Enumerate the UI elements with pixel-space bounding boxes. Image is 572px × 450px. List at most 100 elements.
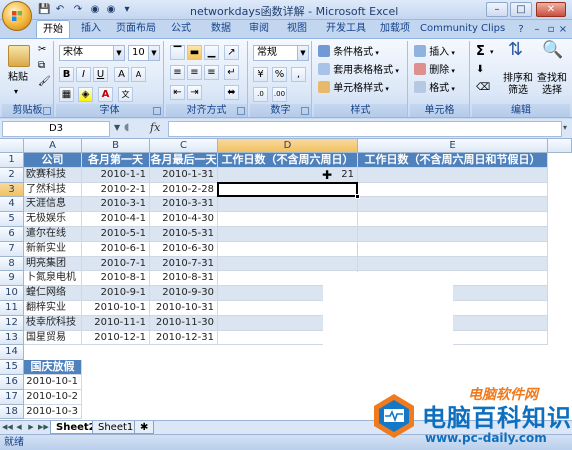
name-box-dropdown-icon[interactable]: ▼ — [114, 123, 120, 132]
font-color-icon[interactable]: A — [98, 87, 113, 102]
chevron-down-icon[interactable]: ▼ — [148, 46, 159, 60]
tab-review[interactable]: 审阅 — [244, 20, 274, 38]
ribbon-close-icon[interactable]: × — [558, 23, 568, 37]
sort-filter-icon[interactable]: ⇅ — [508, 41, 523, 59]
name-box[interactable]: D3 — [2, 121, 110, 137]
percent-button[interactable]: % — [272, 67, 287, 82]
clipboard-launcher-icon[interactable] — [43, 107, 51, 115]
format-as-table-button[interactable]: 套用表格格式 ▾ — [318, 63, 399, 78]
table-cell[interactable]: 2010-11-30 — [150, 315, 218, 331]
tab-data[interactable]: 数据 — [206, 20, 236, 38]
align-right-icon[interactable]: ≡ — [204, 65, 219, 80]
holiday-header-cell[interactable]: 国庆放假 — [24, 360, 82, 375]
copy-icon[interactable]: ⧉ — [38, 59, 45, 73]
table-cell[interactable]: 2010-7-1 — [82, 256, 150, 272]
format-cells-button[interactable]: 格式 ▾ — [414, 81, 455, 96]
column-header-e[interactable]: E — [358, 139, 548, 153]
paste-button[interactable]: 粘贴 — [8, 71, 28, 85]
circle-green-icon[interactable]: ◉ — [88, 3, 102, 17]
tab-page-layout[interactable]: 页面布局 — [112, 20, 160, 38]
table-cell[interactable]: 2010-6-30 — [150, 241, 218, 257]
insert-function-button[interactable]: fx — [150, 121, 160, 134]
align-bottom-icon[interactable]: ▁ — [204, 45, 219, 60]
grow-font-icon[interactable]: A — [114, 67, 129, 82]
select-all-corner[interactable] — [0, 139, 24, 153]
table-header-cell[interactable]: 各月最后一天 — [150, 153, 218, 168]
row-header-3[interactable]: 3 — [0, 182, 24, 198]
table-cell[interactable]: 2010-5-31 — [150, 227, 218, 242]
table-cell[interactable]: 2010-10-1 — [82, 301, 150, 316]
align-left-icon[interactable]: ≡ — [170, 65, 185, 80]
cell-styles-button[interactable]: 单元格样式 ▾ — [318, 81, 389, 96]
table-cell[interactable]: 2010-12-31 — [150, 330, 218, 346]
redo-icon[interactable]: ↷ — [72, 3, 84, 17]
table-header-cell[interactable]: 工作日数（不含周六周日和节假日） — [358, 153, 548, 168]
paste-icon[interactable] — [8, 45, 30, 67]
holiday-cell[interactable]: 2010-10-2 — [24, 389, 82, 405]
column-header-b[interactable]: B — [82, 139, 150, 153]
table-cell[interactable] — [358, 212, 548, 227]
table-cell[interactable] — [358, 197, 548, 213]
save-icon[interactable]: 💾 — [38, 3, 50, 17]
insert-cells-button[interactable]: 插入 ▾ — [414, 45, 455, 60]
shrink-font-icon[interactable]: A — [131, 67, 146, 82]
office-button[interactable] — [2, 1, 32, 31]
tab-formulas[interactable]: 公式 — [166, 20, 196, 38]
row-header-9[interactable]: 9 — [0, 271, 24, 287]
decrease-decimal-icon[interactable]: .00 — [272, 87, 287, 102]
cut-icon[interactable]: ✂ — [38, 43, 46, 57]
align-middle-icon[interactable]: ▬ — [187, 45, 202, 60]
align-top-icon[interactable]: ▔ — [170, 45, 185, 60]
expand-formula-bar-icon[interactable]: ▾ — [563, 123, 567, 132]
row-header-8[interactable]: 8 — [0, 256, 24, 272]
conditional-format-button[interactable]: 条件格式 ▾ — [318, 45, 379, 60]
quick-access-more-icon[interactable]: ▾ — [120, 3, 134, 17]
table-cell[interactable]: 2010-1-1 — [82, 167, 150, 183]
row-header-5[interactable]: 5 — [0, 212, 24, 227]
row-header-14[interactable]: 14 — [0, 345, 24, 361]
row-header-2[interactable]: 2 — [0, 167, 24, 183]
find-select-button[interactable]: 查找和选择 — [536, 73, 568, 97]
table-cell[interactable]: 2010-7-31 — [150, 256, 218, 272]
table-cell[interactable] — [358, 227, 548, 242]
prev-sheet-icon[interactable]: ◀ — [14, 422, 24, 433]
table-cell[interactable]: 枝幸欣科技 — [24, 315, 82, 331]
last-sheet-icon[interactable]: ▶▶ — [38, 422, 49, 433]
table-cell[interactable] — [218, 212, 358, 227]
increase-indent-icon[interactable]: ⇥ — [187, 85, 202, 100]
maximize-button[interactable]: □ — [510, 2, 532, 17]
comma-button[interactable]: , — [291, 67, 306, 82]
clear-icon[interactable]: ⌫ — [476, 81, 490, 95]
row-header-16[interactable]: 16 — [0, 375, 24, 390]
number-format-combo[interactable]: 常规 ▼ — [253, 45, 309, 61]
table-cell[interactable]: 2010-10-31 — [150, 301, 218, 316]
underline-button[interactable]: U — [93, 67, 108, 82]
chevron-down-icon[interactable]: ▼ — [297, 46, 308, 60]
table-cell[interactable]: 蝗仁网络 — [24, 286, 82, 301]
column-header-a[interactable]: A — [24, 139, 82, 153]
font-name-combo[interactable]: 宋体 ▼ — [59, 45, 125, 61]
row-header-10[interactable]: 10 — [0, 286, 24, 301]
first-sheet-icon[interactable]: ◀◀ — [2, 422, 13, 433]
table-cell[interactable]: 2010-8-31 — [150, 271, 218, 287]
circle-blue-icon[interactable]: ◉ — [104, 3, 118, 17]
table-cell[interactable] — [358, 167, 548, 183]
table-cell[interactable]: 2010-6-1 — [82, 241, 150, 257]
row-header-6[interactable]: 6 — [0, 227, 24, 242]
table-cell[interactable] — [218, 241, 358, 257]
merge-center-icon[interactable]: ⬌ — [224, 85, 239, 100]
minimize-button[interactable]: – — [486, 2, 508, 17]
alignment-launcher-icon[interactable] — [237, 107, 245, 115]
table-cell[interactable]: 2010-3-31 — [150, 197, 218, 213]
table-cell[interactable]: 2010-5-1 — [82, 227, 150, 242]
table-cell[interactable]: 2010-8-1 — [82, 271, 150, 287]
close-button[interactable]: ✕ — [536, 2, 566, 17]
table-cell[interactable]: 2010-4-1 — [82, 212, 150, 227]
table-cell[interactable]: 2010-9-1 — [82, 286, 150, 301]
find-select-icon[interactable]: 🔍 — [542, 42, 563, 59]
table-cell[interactable]: 2010-9-30 — [150, 286, 218, 301]
row-header-12[interactable]: 12 — [0, 315, 24, 331]
insert-sheet-icon[interactable]: ✱ — [134, 421, 154, 434]
worksheet-grid[interactable]: A B C D E 1 2 3 4 5 6 7 8 9 10 11 12 13 14 15 16 17 18 公司 各月第一天各… — [0, 139, 572, 420]
column-header-d[interactable]: D — [218, 139, 358, 153]
